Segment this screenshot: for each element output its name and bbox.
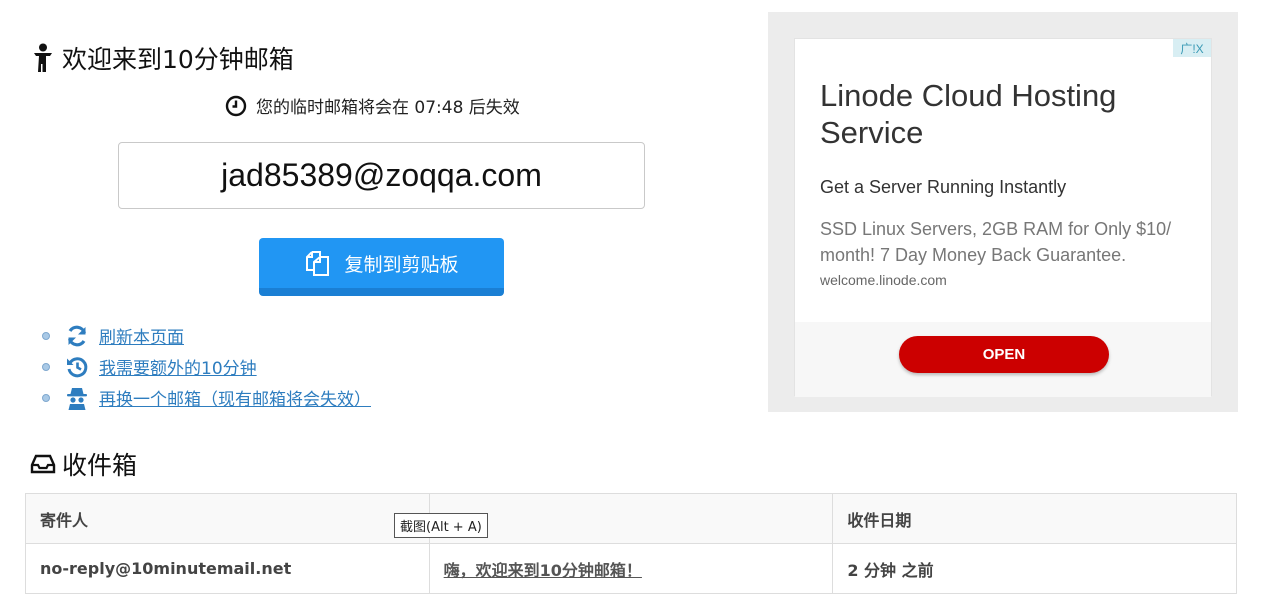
inbox-heading-text: 收件箱	[62, 451, 138, 480]
table-header-row: 寄件人 收件日期	[25, 493, 1237, 544]
column-date[interactable]: 收件日期	[832, 493, 1237, 544]
column-sender[interactable]: 寄件人	[25, 493, 430, 544]
refresh-icon[interactable]	[65, 324, 89, 348]
column-subject[interactable]	[428, 493, 834, 544]
message-sender: no-reply@10minutemail.net	[25, 543, 430, 594]
list-item: 再换一个邮箱（现有邮箱将会失效）	[42, 382, 371, 413]
ad-url[interactable]: welcome.linode.com	[820, 272, 947, 288]
copy-to-clipboard-button[interactable]: 复制到剪贴板	[259, 238, 504, 296]
ad-card[interactable]: 广!X Linode Cloud Hosting Service Get a S…	[794, 38, 1212, 397]
bullet	[42, 362, 50, 371]
message-date: 2 分钟 之前	[832, 543, 1237, 594]
ad-description: SSD Linux Servers, 2GB RAM for Only $10/…	[820, 219, 1172, 265]
list-item: 我需要额外的10分钟	[42, 351, 371, 382]
message-subject-cell: 嗨，欢迎来到10分钟邮箱！	[428, 543, 834, 594]
page-title: 欢迎来到10分钟邮箱	[30, 40, 294, 76]
inbox-table: 寄件人 收件日期 no-reply@10minutemail.net 嗨，欢迎来…	[25, 493, 1237, 594]
table-row[interactable]: no-reply@10minutemail.net 嗨，欢迎来到10分钟邮箱！ …	[25, 543, 1237, 594]
screenshot-tooltip: 截图(Alt + A)	[394, 513, 488, 538]
bullet	[42, 393, 50, 402]
copy-button-label: 复制到剪贴板	[344, 253, 459, 276]
email-address-field[interactable]: jad85389@zoqqa.com	[118, 142, 645, 209]
new-mailbox-link[interactable]: 再换一个邮箱（现有邮箱将会失效）	[99, 385, 371, 410]
person-icon	[34, 43, 52, 72]
expiry-timer: 您的临时邮箱将会在 07:48 后失效	[225, 93, 520, 118]
extend-time-link[interactable]: 我需要额外的10分钟	[99, 354, 257, 379]
action-list: 刷新本页面 我需要额外的10分钟 再换一个邮箱（现有邮箱将会失效）	[42, 320, 371, 413]
page-title-text: 欢迎来到10分钟邮箱	[62, 45, 294, 74]
message-subject-link[interactable]: 嗨，欢迎来到10分钟邮箱！	[444, 561, 642, 580]
clock-icon	[225, 95, 247, 116]
email-address: jad85389@zoqqa.com	[221, 157, 542, 193]
ad-subtitle: Get a Server Running Instantly	[820, 177, 1067, 197]
refresh-page-link[interactable]: 刷新本页面	[99, 323, 184, 348]
inbox-icon	[30, 454, 56, 474]
ad-panel: 广!X Linode Cloud Hosting Service Get a S…	[768, 12, 1238, 412]
history-icon[interactable]	[65, 355, 89, 379]
copy-icon	[306, 251, 330, 276]
ad-title[interactable]: Linode Cloud Hosting Service	[820, 77, 1180, 151]
bullet	[42, 331, 50, 340]
list-item: 刷新本页面	[42, 320, 371, 351]
inbox-heading: 收件箱	[30, 446, 137, 482]
expiry-text: 您的临时邮箱将会在 07:48 后失效	[256, 98, 520, 118]
ad-choices-badge[interactable]: 广!X	[1173, 39, 1211, 57]
incognito-icon[interactable]	[65, 386, 89, 410]
ad-open-button[interactable]: OPEN	[899, 336, 1109, 373]
